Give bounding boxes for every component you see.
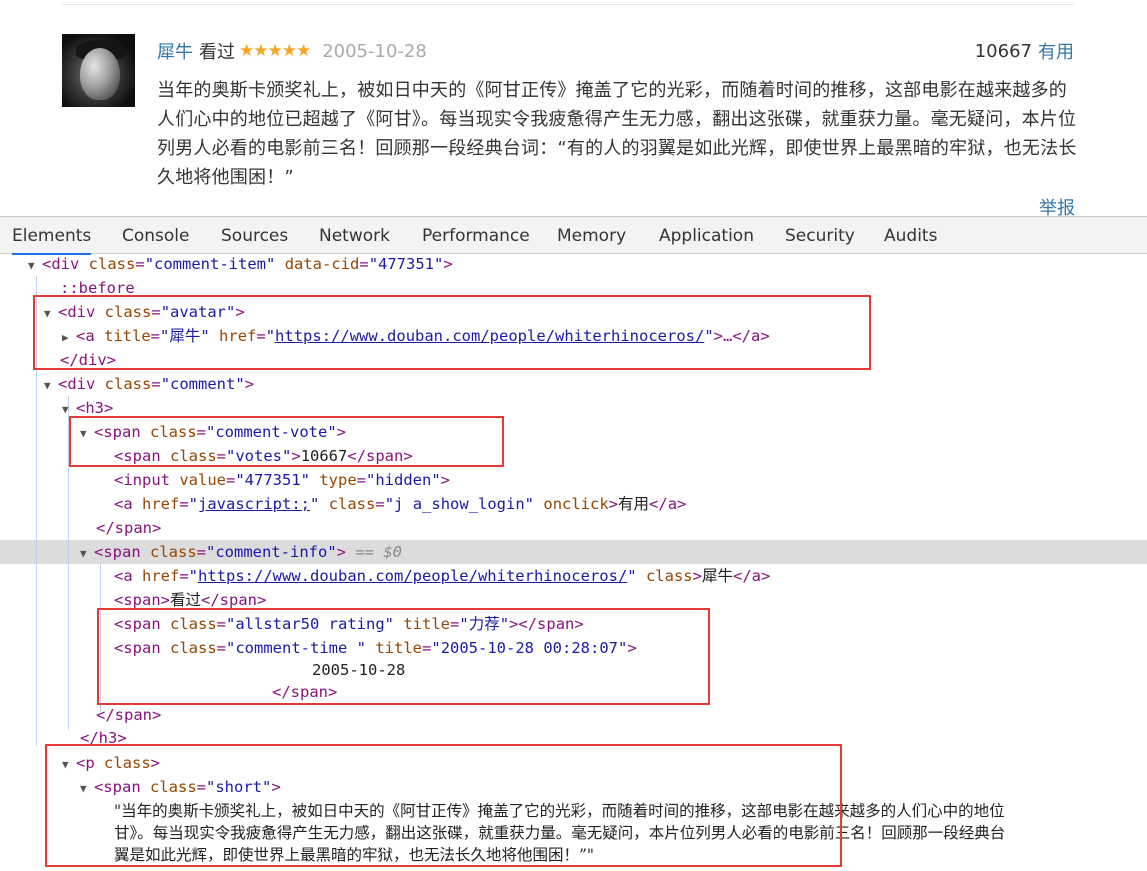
tag: > — [244, 375, 255, 393]
watched-label: 看过 — [199, 42, 235, 63]
selected-indicator: == $0 — [346, 543, 403, 561]
attr-value: "477351" — [235, 471, 310, 489]
useful-button[interactable]: 有用 — [1038, 38, 1074, 64]
comment-item: 犀牛 看过 ★★★★★ 2005-10-28 10667 有用 当年的奥斯卡颁奖… — [0, 0, 1147, 219]
highlight-box-short — [45, 744, 842, 867]
dom-node-comment-info[interactable]: ▼ <span class="comment-info"> == $0 — [80, 540, 402, 564]
attr-value: "477351" — [368, 255, 444, 273]
tab-elements[interactable]: Elements — [12, 217, 92, 255]
devtools-tab-bar: Elements Console Sources Network Perform… — [0, 216, 1147, 255]
tag: </span> — [96, 706, 162, 724]
tab-audits[interactable]: Audits — [884, 217, 937, 253]
dom-node-close[interactable]: </span> — [96, 516, 161, 540]
tab-application[interactable]: Application — [659, 217, 754, 253]
attr-value: "comment-item" — [144, 255, 276, 273]
href-link[interactable]: https://www.douban.com/people/whiterhino… — [198, 567, 627, 585]
expand-triangle-icon[interactable]: ▼ — [44, 374, 58, 398]
node-text: 看过 — [170, 591, 202, 609]
highlight-box-info — [97, 608, 710, 705]
divider — [62, 4, 1074, 5]
tag: <span — [94, 543, 150, 561]
tab-performance[interactable]: Performance — [422, 217, 530, 253]
dom-node-close[interactable]: </span> — [96, 703, 161, 727]
attr-name: value — [179, 471, 226, 489]
tab-security[interactable]: Security — [785, 217, 855, 253]
tag: <a — [114, 495, 142, 513]
attr-value: "comment" — [160, 375, 245, 393]
tab-network[interactable]: Network — [319, 217, 390, 253]
tag: </a> — [649, 495, 687, 513]
dom-node-comment[interactable]: ▼ <div class="comment"> — [44, 372, 254, 396]
attr-name: href — [142, 567, 180, 585]
attr-name: href — [142, 495, 180, 513]
tag: <a — [114, 567, 142, 585]
devtools-panel: Elements Console Sources Network Perform… — [0, 216, 1147, 871]
expand-triangle-icon[interactable]: ▼ — [80, 542, 94, 566]
dom-node-comment-item[interactable]: ▼ <div class="comment-item" data-cid="477… — [28, 254, 453, 276]
dom-node-user-link[interactable]: <a href="https://www.douban.com/people/w… — [114, 564, 770, 588]
attr-value: "comment-info" — [206, 543, 337, 561]
dom-tree: ▼ <div class="comment-item" data-cid="477… — [0, 254, 1147, 871]
tag: </span> — [201, 591, 267, 609]
tag: </a> — [733, 567, 771, 585]
tag: <h3> — [76, 399, 114, 417]
node-text: 有用 — [618, 495, 650, 513]
highlight-box-vote — [69, 416, 504, 467]
attr-name: data-cid — [284, 255, 360, 273]
comment-vote: 10667 有用 — [975, 38, 1074, 64]
tag: > — [443, 255, 453, 273]
expand-triangle-icon[interactable]: ▼ — [28, 254, 42, 278]
comment-text: 当年的奥斯卡颁奖礼上，被如日中天的《阿甘正传》掩盖了它的光彩，而随着时间的推移，… — [157, 80, 1077, 188]
attr-name: onclick — [543, 495, 609, 513]
vote-count: 10667 — [974, 40, 1032, 62]
comment-info: 犀牛 看过 ★★★★★ 2005-10-28 — [157, 38, 427, 64]
user-link[interactable]: 犀牛 — [157, 38, 193, 64]
attr-name: class — [328, 495, 376, 513]
highlight-box-avatar — [33, 295, 871, 370]
dom-node-input[interactable]: <input value="477351" type="hidden"> — [114, 468, 450, 492]
node-text: 犀牛 — [701, 567, 733, 585]
avatar-face — [80, 48, 120, 100]
attr-name: type — [319, 471, 357, 489]
attr-name: class — [150, 543, 197, 561]
tag: > — [336, 543, 347, 561]
avatar[interactable] — [62, 34, 135, 107]
tag: <div — [58, 375, 105, 393]
tag: <div — [42, 255, 89, 273]
href-link[interactable]: javascript:; — [198, 495, 310, 513]
tag: <span> — [114, 591, 170, 609]
attr-name: class — [104, 375, 152, 393]
tab-console[interactable]: Console — [122, 217, 190, 253]
tab-memory[interactable]: Memory — [557, 217, 626, 253]
tag: > — [440, 471, 451, 489]
comment-time: 2005-10-28 — [322, 40, 427, 62]
tag: <input — [114, 471, 180, 489]
tab-sources[interactable]: Sources — [221, 217, 288, 253]
attr-name: class — [88, 255, 136, 273]
attr-value: "hidden" — [366, 471, 441, 489]
tag: </span> — [96, 519, 162, 537]
attr-value: "j a_show_login" — [384, 495, 535, 513]
attr-name: class — [645, 567, 693, 585]
rating-stars-icon: ★★★★★ — [239, 41, 311, 61]
dom-node-useful-link[interactable]: <a href="javascript:;" class="j a_show_l… — [114, 492, 686, 516]
